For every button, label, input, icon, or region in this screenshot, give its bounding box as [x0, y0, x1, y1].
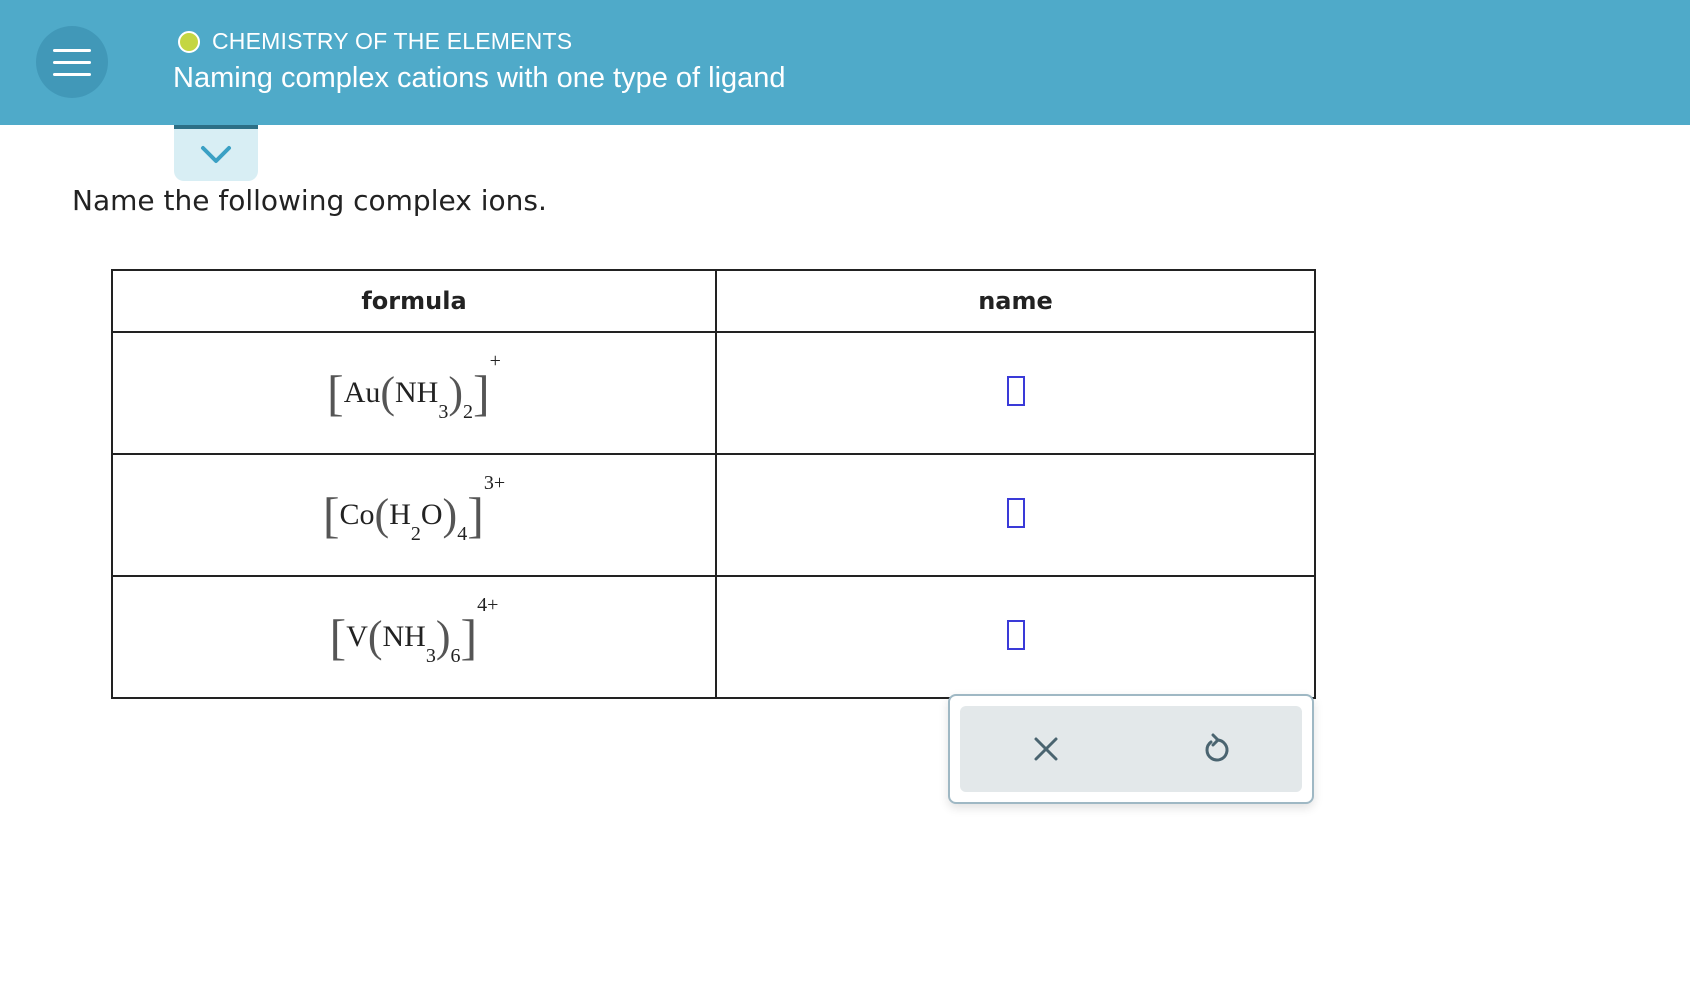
- ligand-count: 6: [450, 645, 461, 667]
- question-prompt: Name the following complex ions.: [72, 184, 547, 217]
- page-title: Naming complex cations with one type of …: [173, 62, 786, 94]
- formula-v-nh3: [ V ( NH 3 ) 6 ] 4+: [329, 594, 499, 667]
- table-header-row: formula name: [111, 269, 1316, 333]
- undo-icon: [1205, 733, 1228, 762]
- formula-cell: [ Co ( H 2 O ) 4 ] 3+: [111, 453, 717, 577]
- ion-charge: +: [489, 350, 501, 372]
- ligand-count: 2: [463, 401, 474, 423]
- formula-co-h2o: [ Co ( H 2 O ) 4 ] 3+: [322, 472, 506, 545]
- topic-row: CHEMISTRY OF THE ELEMENTS: [178, 28, 572, 55]
- column-header-formula: formula: [111, 269, 717, 333]
- name-answer-input[interactable]: [1006, 620, 1025, 650]
- menu-button[interactable]: [36, 26, 108, 98]
- answer-toolbar: [948, 694, 1314, 804]
- ligand-symbol: H: [389, 498, 411, 531]
- clear-button[interactable]: [1021, 724, 1071, 774]
- metal-symbol: V: [346, 620, 368, 653]
- topic-label: CHEMISTRY OF THE ELEMENTS: [212, 28, 573, 54]
- formula-au-nh3: [ Au ( NH 3 ) 2 ] +: [327, 350, 501, 423]
- ligand-subscript: 2: [410, 523, 421, 545]
- ligand-count: 4: [457, 523, 468, 545]
- complex-ions-table: formula name [ Au ( NH 3 ) 2 ] + [Co (…: [111, 269, 1316, 699]
- ligand-symbol: NH: [395, 376, 439, 409]
- name-cell: [715, 453, 1316, 577]
- table-row: [ Co ( H 2 O ) 4 ] 3+: [111, 453, 1316, 577]
- ligand-subscript: 3: [425, 645, 436, 667]
- ion-charge: 4+: [477, 594, 499, 616]
- formula-cell: [ Au ( NH 3 ) 2 ] +: [111, 331, 717, 455]
- hamburger-icon: [53, 48, 91, 52]
- close-icon: [1034, 737, 1057, 761]
- metal-symbol: Co: [339, 498, 375, 531]
- topic-status-dot: [178, 30, 200, 53]
- formula-cell: [ V ( NH 3 ) 6 ] 4+: [111, 575, 717, 699]
- ligand-symbol-o: O: [420, 498, 443, 531]
- ion-charge: 3+: [483, 472, 506, 494]
- column-header-name: name: [715, 269, 1316, 333]
- table-row: [ V ( NH 3 ) 6 ] 4+: [111, 575, 1316, 699]
- metal-symbol: Au: [343, 376, 381, 409]
- name-answer-input[interactable]: [1006, 376, 1025, 406]
- collapse-toggle[interactable]: [174, 125, 258, 181]
- name-cell: [715, 575, 1316, 699]
- top-bar: CHEMISTRY OF THE ELEMENTS Naming complex…: [0, 0, 1690, 125]
- reset-button[interactable]: [1192, 724, 1242, 774]
- table-row: [ Au ( NH 3 ) 2 ] +: [111, 331, 1316, 455]
- name-cell: [715, 331, 1316, 455]
- toolbar-panel: [960, 706, 1302, 792]
- chevron-down-icon: [201, 146, 231, 163]
- name-answer-input[interactable]: [1006, 498, 1025, 528]
- ligand-subscript: 3: [438, 401, 449, 423]
- ligand-symbol: NH: [382, 620, 426, 653]
